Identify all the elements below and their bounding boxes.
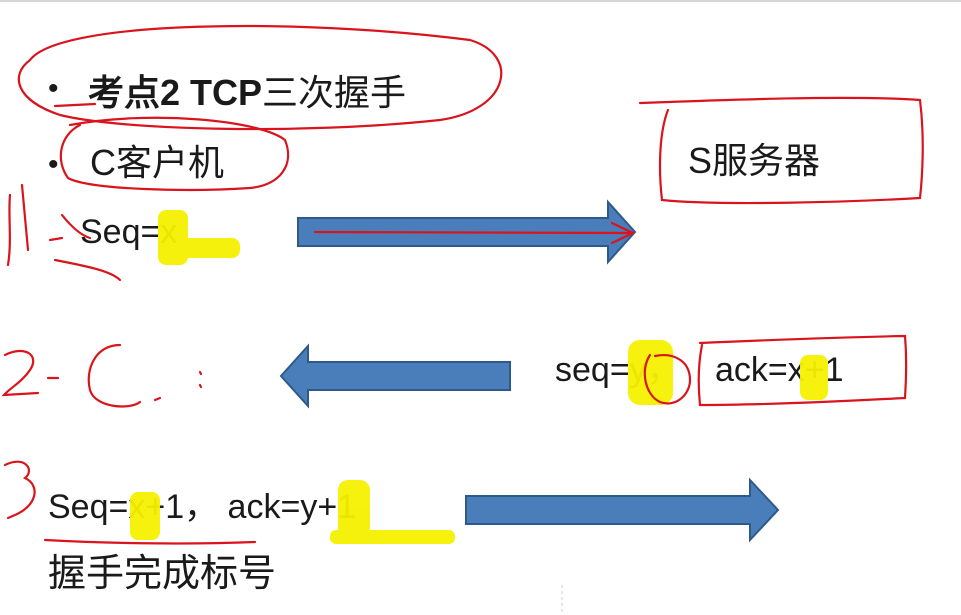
slide-title: 考点2 TCP三次握手 xyxy=(88,75,406,111)
title-prefix: 考点2 xyxy=(88,72,191,113)
bullet-dot: • xyxy=(48,72,59,105)
step3-text: Seq=x+1， ack=y+1 xyxy=(48,488,357,526)
title-suffix: 三次握手 xyxy=(262,72,407,113)
server-label: S服务器 xyxy=(688,140,821,181)
title-tcp: TCP xyxy=(190,72,263,113)
arrow-left-2 xyxy=(279,343,511,409)
bullet-dot: • xyxy=(48,148,59,181)
arrow-right-1 xyxy=(297,199,637,265)
top-edge xyxy=(0,0,961,2)
step2-seq: seq=y， xyxy=(555,351,681,389)
handshake-complete-label: 握手完成标号 xyxy=(48,553,277,595)
step2-ack: ack=x+1 xyxy=(715,351,844,389)
arrow-right-3 xyxy=(465,477,780,543)
step1-text: Seq=x xyxy=(80,213,178,251)
client-label: C客户机 xyxy=(90,142,224,183)
